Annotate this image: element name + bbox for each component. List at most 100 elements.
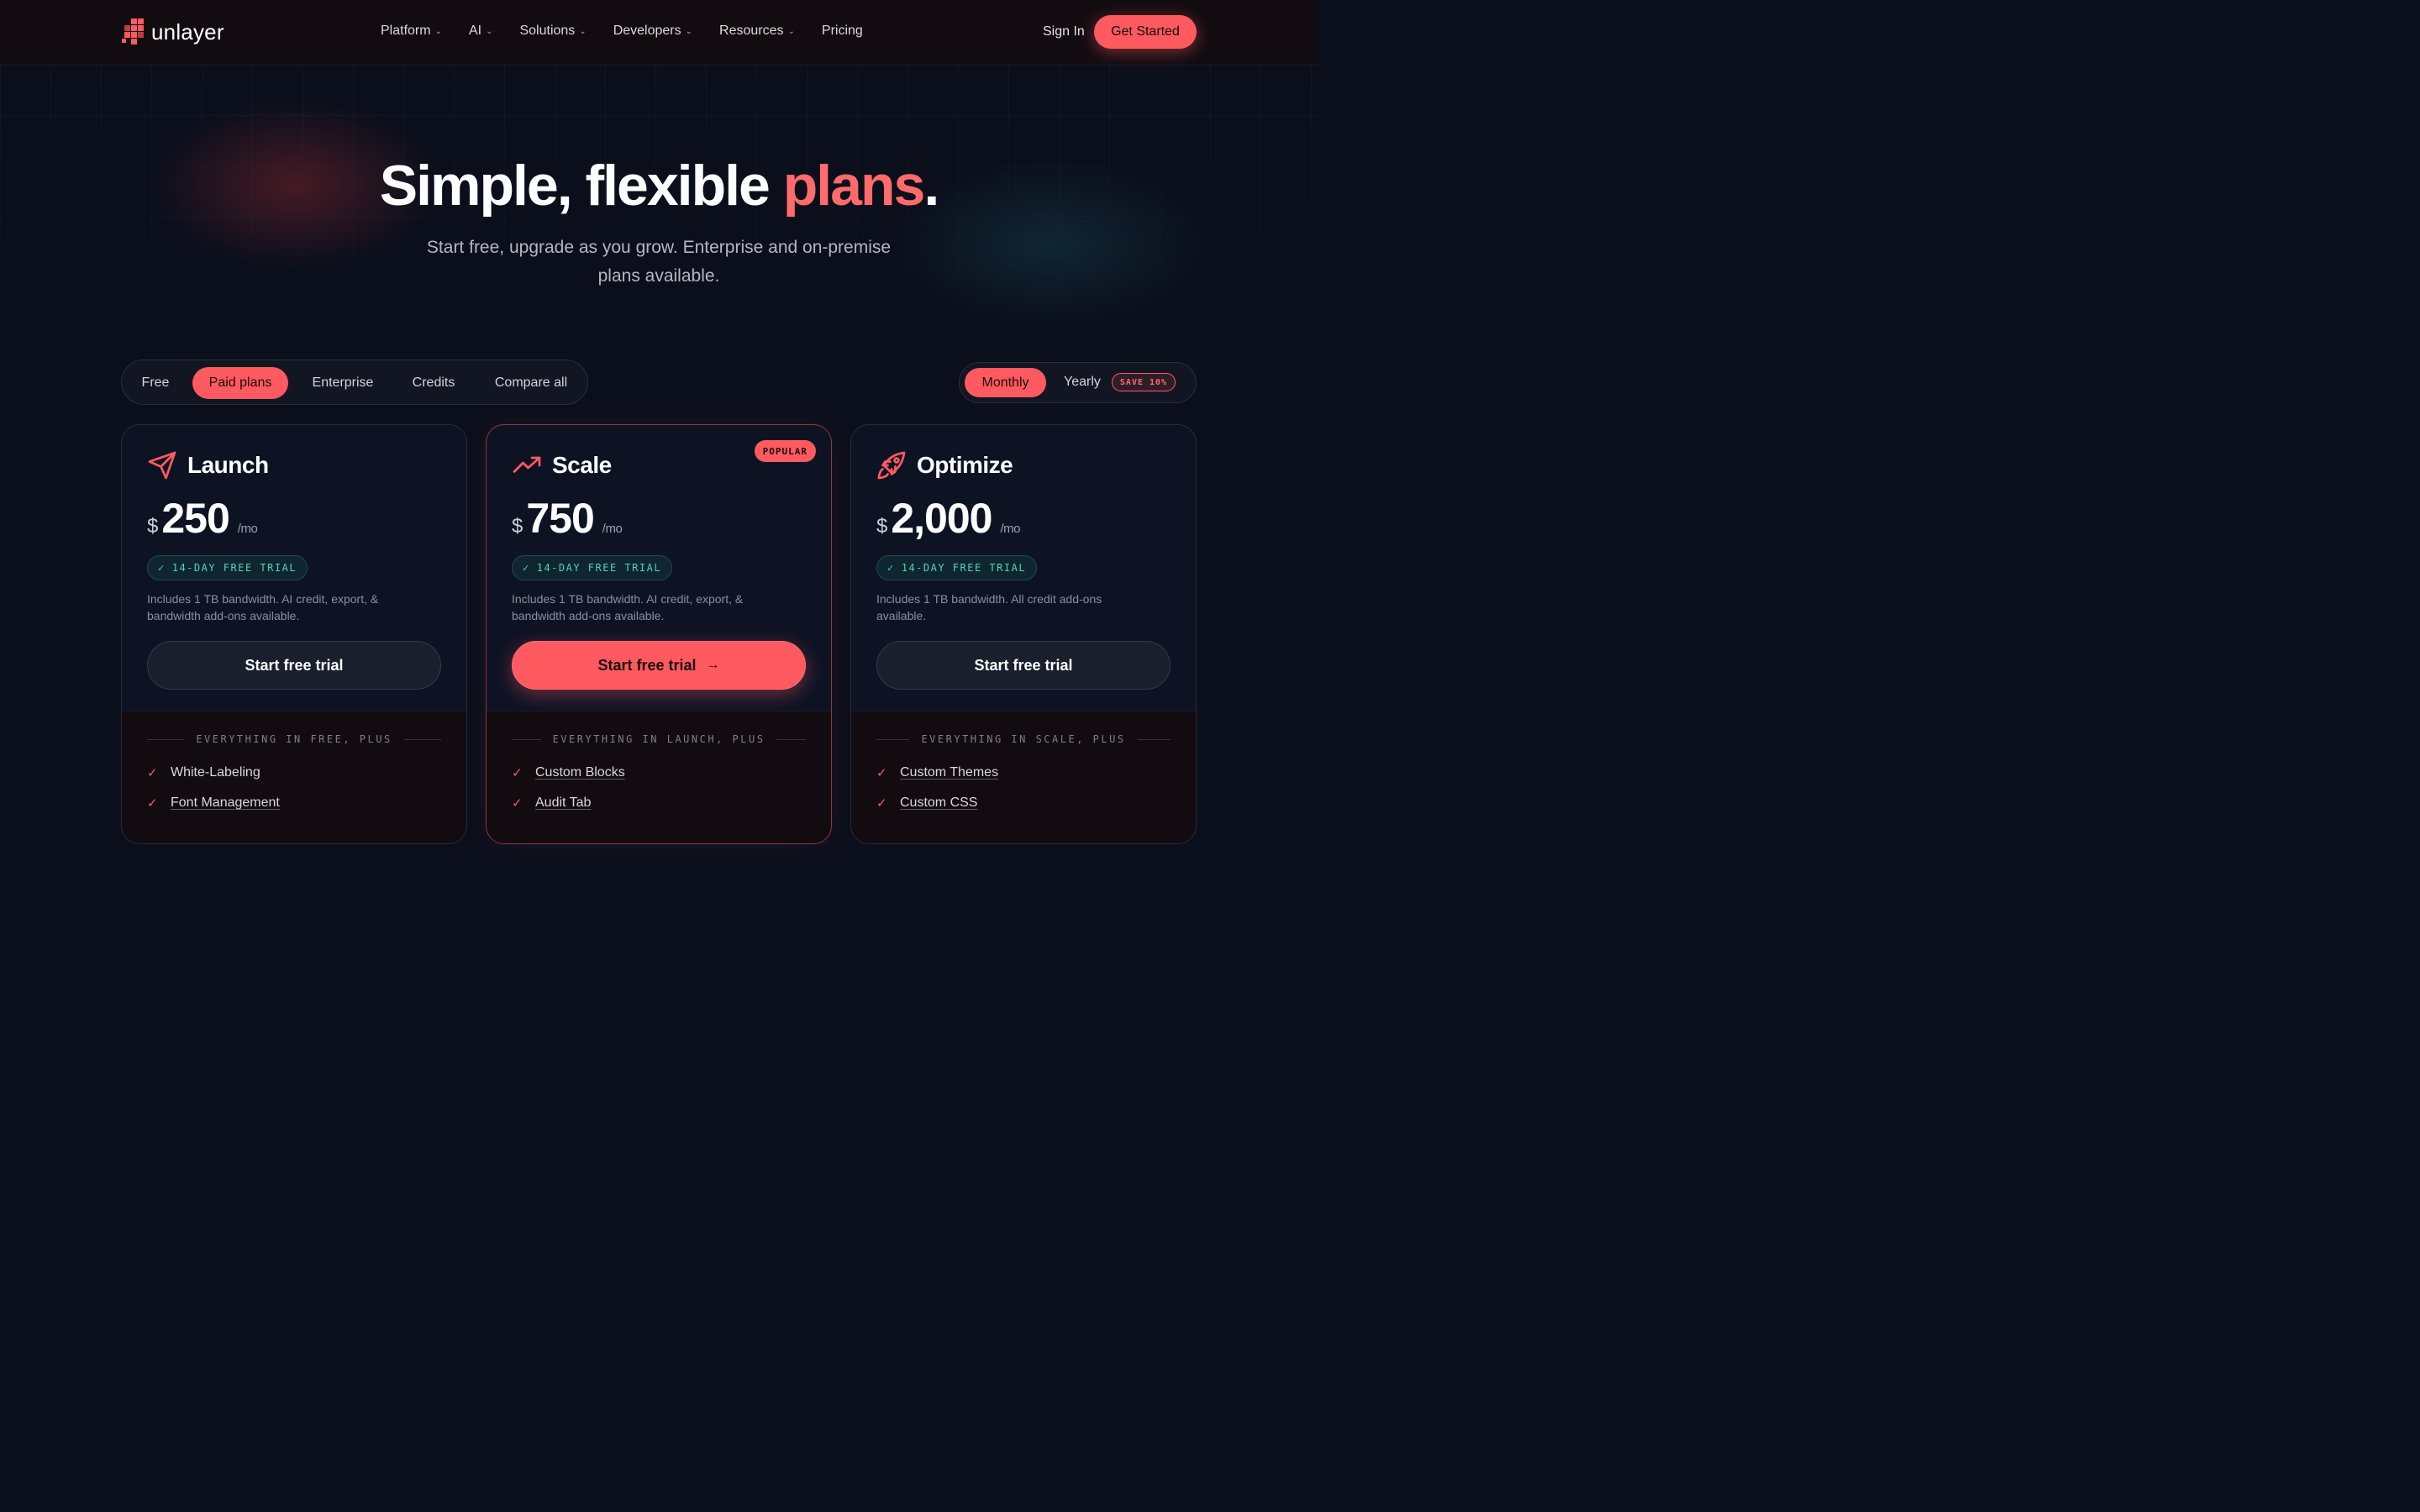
check-icon: ✓ [876,796,887,811]
cta-label: Start free trial [245,656,344,674]
plan-card-optimize: Optimize $ 2,000 /mo ✓ 14-DAY FREE TRIAL… [850,424,1197,844]
check-icon: ✓ [523,562,530,574]
tab-enterprise[interactable]: Enterprise [298,367,387,399]
cta-label: Start free trial [597,656,697,674]
plan-card-launch: Launch $ 250 /mo ✓ 14-DAY FREE TRIAL Inc… [121,424,467,844]
price-value: 250 [161,495,229,542]
features-heading-label: EVERYTHING IN LAUNCH, PLUS [552,733,765,745]
tab-credits[interactable]: Credits [399,367,468,399]
tab-paid-plans[interactable]: Paid plans [192,367,288,399]
divider [403,738,442,740]
start-free-trial-button[interactable]: Start free trial → [512,641,806,690]
plan-description: Includes 1 TB bandwidth. All credit add-… [876,592,1102,622]
logo-text: unlayer [151,18,224,45]
paper-plane-icon [148,451,176,480]
tab-free[interactable]: Free [130,367,181,399]
main-menu: Platform ⌄ AI ⌄ Solutions ⌄ Developers ⌄… [381,24,890,39]
plan-description: Includes 1 TB bandwidth. AI credit, expo… [512,592,744,622]
features-heading: EVERYTHING IN LAUNCH, PLUS [512,733,806,745]
divider [512,738,541,740]
feature-item[interactable]: ✓ Custom Themes [876,765,998,780]
plan-price: $ 250 /mo [147,494,258,543]
chevron-down-icon: ⌄ [579,26,587,36]
menu-item-label: AI [468,24,482,38]
plan-card-scale: Scale POPULAR $ 750 /mo ✓ 14-DAY FREE TR… [486,424,832,844]
features-heading-label: EVERYTHING IN SCALE, PLUS [921,733,1126,745]
menu-item-developers[interactable]: Developers ⌄ [613,24,692,39]
divider [876,738,910,740]
unlayer-logo-icon [122,18,144,45]
feature-item[interactable]: ✓ Custom CSS [876,795,977,811]
divider [1137,738,1171,740]
cta-label: Start free trial [974,656,1073,674]
logo[interactable]: unlayer [121,17,224,47]
arrow-right-icon: → [706,658,720,672]
price-currency: $ [512,515,523,538]
features-heading: EVERYTHING IN FREE, PLUS [147,733,442,745]
plan-price: $ 2,000 /mo [876,494,1020,543]
trial-badge-label: 14-DAY FREE TRIAL [536,562,662,574]
trending-up-icon [513,456,541,473]
check-icon: ✓ [887,562,895,574]
price-currency: $ [147,515,159,538]
title-end: . [923,154,939,218]
page-subtitle: Start free, upgrade as you grow. Enterpr… [426,238,892,286]
page-title: Simple, flexible plans. [0,153,1318,218]
feature-label[interactable]: Custom Blocks [535,765,625,780]
check-icon: ✓ [147,766,158,780]
start-free-trial-button[interactable]: Start free trial [147,641,441,690]
trial-badge: ✓ 14-DAY FREE TRIAL [876,555,1038,580]
menu-item-ai[interactable]: AI ⌄ [469,24,493,39]
billing-toggle: Monthly Yearly SAVE 10% [959,362,1197,403]
menu-item-label: Resources [719,24,784,38]
feature-label[interactable]: Audit Tab [535,795,591,811]
feature-item[interactable]: ✓ Custom Blocks [512,765,625,780]
trial-badge-label: 14-DAY FREE TRIAL [171,562,297,574]
feature-label[interactable]: Custom CSS [900,795,977,811]
plan-name: Launch [187,452,269,478]
get-started-button[interactable]: Get Started [1094,15,1197,49]
chevron-down-icon: ⌄ [787,26,795,36]
features-heading-label: EVERYTHING IN FREE, PLUS [196,733,392,745]
plan-name: Optimize [917,452,1013,478]
price-period: /mo [237,522,258,536]
billing-yearly-option[interactable]: Yearly [1064,375,1101,390]
rocket-icon [877,451,906,480]
feature-item: ✓ White-Labeling [147,765,260,780]
title-main: Simple, flexible [379,154,783,218]
menu-item-resources[interactable]: Resources ⌄ [719,24,795,39]
plan-name: Scale [552,452,612,478]
menu-item-label: Developers [613,24,681,38]
plan-tabs: Free Paid plans Enterprise Credits Compa… [121,360,588,405]
price-period: /mo [602,522,623,536]
tab-compare-all[interactable]: Compare all [480,367,582,399]
price-currency: $ [876,515,888,538]
start-free-trial-button[interactable]: Start free trial [876,641,1171,690]
trial-badge: ✓ 14-DAY FREE TRIAL [512,555,673,580]
features-heading: EVERYTHING IN SCALE, PLUS [876,733,1171,745]
feature-label[interactable]: Custom Themes [900,765,998,780]
popular-badge: POPULAR [754,440,816,462]
feature-item[interactable]: ✓ Font Management [147,795,280,811]
plan-description: Includes 1 TB bandwidth. AI credit, expo… [147,592,379,622]
menu-item-pricing[interactable]: Pricing [822,24,863,39]
menu-item-label: Pricing [821,24,863,38]
chevron-down-icon: ⌄ [486,26,493,36]
chevron-down-icon: ⌄ [434,26,442,36]
feature-label: White-Labeling [171,765,260,780]
check-icon: ✓ [512,796,523,811]
save-badge: SAVE 10% [1112,373,1176,391]
sign-in-link[interactable]: Sign In [1043,24,1085,39]
feature-item[interactable]: ✓ Audit Tab [512,795,591,811]
trial-badge: ✓ 14-DAY FREE TRIAL [147,555,308,580]
menu-item-platform[interactable]: Platform ⌄ [381,24,442,39]
menu-item-solutions[interactable]: Solutions ⌄ [519,24,586,39]
billing-monthly-option[interactable]: Monthly [965,368,1046,397]
feature-label[interactable]: Font Management [171,795,280,811]
plan-price: $ 750 /mo [512,494,623,543]
trial-badge-label: 14-DAY FREE TRIAL [901,562,1027,574]
price-period: /mo [1000,522,1020,536]
price-value: 2,000 [891,495,992,542]
menu-item-label: Solutions [519,24,576,38]
chevron-down-icon: ⌄ [685,26,693,36]
